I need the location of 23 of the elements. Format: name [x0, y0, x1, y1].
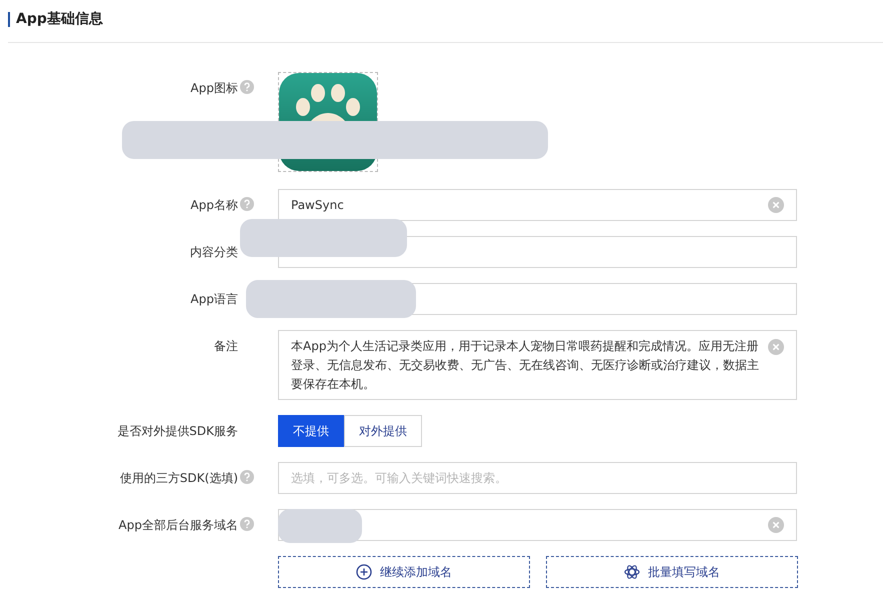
field-label: 使用的三方SDK(选填): [120, 470, 238, 487]
clear-icon[interactable]: [768, 517, 784, 533]
atom-icon: [624, 564, 640, 580]
action-button[interactable]: 批量填写域名: [546, 556, 798, 588]
clear-icon[interactable]: [768, 197, 784, 213]
action-button[interactable]: 继续添加域名: [278, 556, 530, 588]
segment-option[interactable]: 对外提供: [344, 415, 422, 447]
field-label: App语言: [190, 291, 238, 308]
clear-icon[interactable]: [768, 339, 784, 355]
field-label: 是否对外提供SDK服务: [117, 423, 238, 440]
help-icon[interactable]: [240, 80, 254, 94]
field-label: App名称: [190, 197, 238, 214]
field-label: 内容分类: [190, 244, 238, 261]
notes-field[interactable]: 本App为个人生活记录类应用，用于记录本人宠物日常喂药提醒和完成情况。应用无注册登录、无信息发布、无交易收费、无广告、无在线咨询、无医疗诊断或治疗建议，数据主要保存在本机。: [278, 330, 797, 400]
field-label: App全部后台服务域名: [118, 517, 238, 534]
field-label: 备注: [214, 338, 238, 355]
plus-circle-icon: [356, 564, 372, 580]
segment-option[interactable]: 不提供: [278, 415, 344, 447]
field-label: App图标: [190, 80, 238, 97]
section-title: App基础信息: [16, 10, 103, 28]
help-icon[interactable]: [240, 197, 254, 211]
help-icon[interactable]: [240, 517, 254, 531]
help-icon[interactable]: [240, 470, 254, 484]
